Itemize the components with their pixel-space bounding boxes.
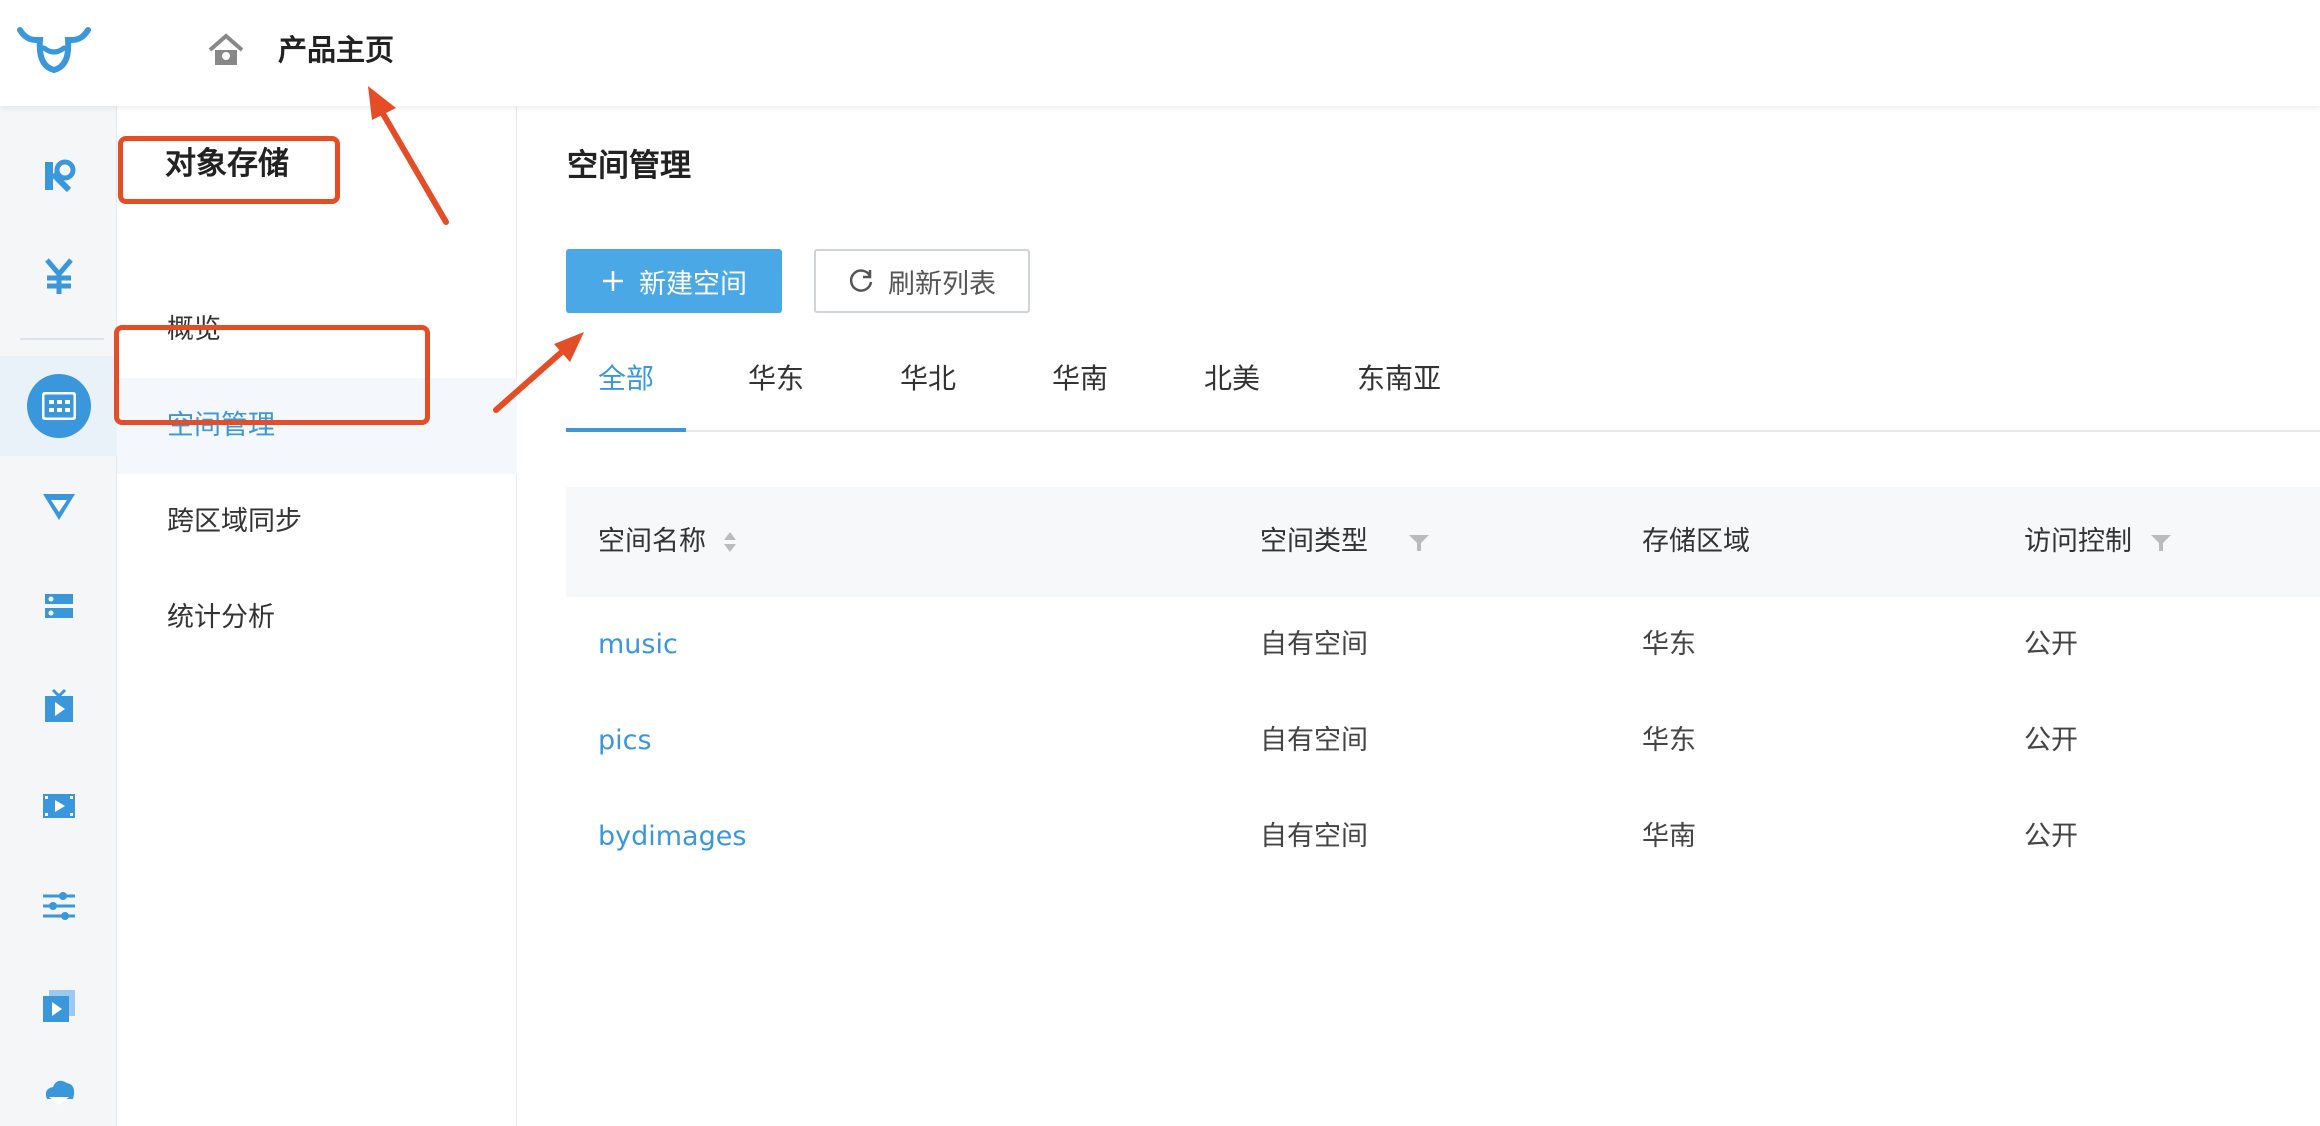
subnav-item-cross-region-sync[interactable]: 跨区域同步 xyxy=(117,474,517,570)
cloud-mail-icon xyxy=(45,1080,74,1105)
column-header-access[interactable]: 访问控制 xyxy=(2024,487,2174,597)
refresh-icon xyxy=(849,269,873,292)
space-name-link[interactable]: music xyxy=(598,597,678,693)
tv-icon xyxy=(44,688,73,722)
space-type-cell: 自有空间 xyxy=(1260,821,1368,852)
new-space-label: 新建空间 xyxy=(639,268,747,299)
tab-north-china[interactable]: 华北 xyxy=(868,326,988,432)
sort-icon[interactable] xyxy=(722,528,738,556)
column-header-region: 存储区域 xyxy=(1642,487,1750,597)
funnel-icon xyxy=(42,494,75,520)
tab-all[interactable]: 全部 xyxy=(566,326,686,432)
rail-item-resource[interactable] xyxy=(0,126,117,226)
refresh-list-label: 刷新列表 xyxy=(888,268,996,299)
home-link[interactable]: 产品主页 xyxy=(278,30,394,70)
column-header-access-label: 访问控制 xyxy=(2024,526,2132,557)
table-row: bydimages 自有空间 华南 公开 xyxy=(566,789,2320,885)
space-region-cell: 华东 xyxy=(1642,725,1696,756)
page-title: 空间管理 xyxy=(567,148,691,184)
storage-grid-icon xyxy=(26,374,91,438)
space-access-cell: 公开 xyxy=(2024,629,2078,660)
rail-item-object-storage[interactable] xyxy=(0,356,117,456)
spaces-table: 空间名称 空间类型 存储区域 访问控制 music 自有空间 华东 公开 pic… xyxy=(566,487,2320,885)
rail-item-cloud[interactable] xyxy=(0,1056,117,1126)
column-header-type[interactable]: 空间类型 xyxy=(1260,487,1432,597)
subnav-item-statistics[interactable]: 统计分析 xyxy=(117,570,517,666)
table-row: music 自有空间 华东 公开 xyxy=(566,597,2320,693)
new-space-button[interactable]: 新建空间 xyxy=(566,249,782,313)
tab-north-america[interactable]: 北美 xyxy=(1172,326,1292,432)
plus-icon xyxy=(603,271,623,291)
space-region-cell: 华南 xyxy=(1642,821,1696,852)
main-content: 空间管理 新建空间 刷新列表 全部 华东 华北 华南 北美 东南亚 空间名称 空… xyxy=(517,106,2320,1126)
rail-item-settings[interactable] xyxy=(0,856,117,956)
column-header-region-label: 存储区域 xyxy=(1642,526,1750,557)
filter-icon[interactable] xyxy=(2148,529,2174,555)
secondary-nav: 对象存储 概览 空间管理 跨区域同步 统计分析 xyxy=(117,106,517,1126)
space-access-cell: 公开 xyxy=(2024,725,2078,756)
home-icon[interactable] xyxy=(206,30,246,70)
tab-southeast-asia[interactable]: 东南亚 xyxy=(1324,326,1474,432)
region-tabs: 全部 华东 华北 华南 北美 东南亚 xyxy=(566,326,2320,432)
column-header-name[interactable]: 空间名称 xyxy=(598,487,738,597)
column-header-type-label: 空间类型 xyxy=(1260,526,1368,557)
space-region-cell: 华东 xyxy=(1642,629,1696,660)
rail-item-billing[interactable] xyxy=(0,226,117,326)
sliders-icon xyxy=(42,892,75,920)
space-access-cell: 公开 xyxy=(2024,821,2078,852)
table-header: 空间名称 空间类型 存储区域 访问控制 xyxy=(566,487,2320,597)
table-row: pics 自有空间 华东 公开 xyxy=(566,693,2320,789)
video-icon xyxy=(42,794,75,818)
space-type-cell: 自有空间 xyxy=(1260,725,1368,756)
space-type-cell: 自有空间 xyxy=(1260,629,1368,660)
rail-item-server[interactable] xyxy=(0,556,117,656)
logo-r-icon xyxy=(44,159,75,193)
server-icon xyxy=(44,594,73,618)
tab-south-china[interactable]: 华南 xyxy=(1020,326,1140,432)
filter-icon[interactable] xyxy=(1406,529,1432,555)
subnav-item-space-management[interactable]: 空间管理 xyxy=(117,378,517,474)
subnav-item-overview[interactable]: 概览 xyxy=(117,282,517,378)
refresh-list-button[interactable]: 刷新列表 xyxy=(814,249,1030,313)
subnav-title: 对象存储 xyxy=(165,146,289,182)
logo-icon[interactable] xyxy=(16,26,92,76)
rail-item-media[interactable] xyxy=(0,956,117,1056)
yen-icon xyxy=(44,258,73,294)
rail-item-live[interactable] xyxy=(0,656,117,756)
rail-divider xyxy=(20,338,104,340)
top-header: 产品主页 xyxy=(0,0,2320,106)
rail-item-video[interactable] xyxy=(0,756,117,856)
play-box-icon xyxy=(42,990,75,1022)
rail-item-cdn[interactable] xyxy=(0,456,117,556)
tab-east-china[interactable]: 华东 xyxy=(716,326,836,432)
column-header-name-label: 空间名称 xyxy=(598,526,706,557)
space-name-link[interactable]: bydimages xyxy=(598,789,746,885)
icon-rail xyxy=(0,106,117,1126)
space-name-link[interactable]: pics xyxy=(598,693,652,789)
